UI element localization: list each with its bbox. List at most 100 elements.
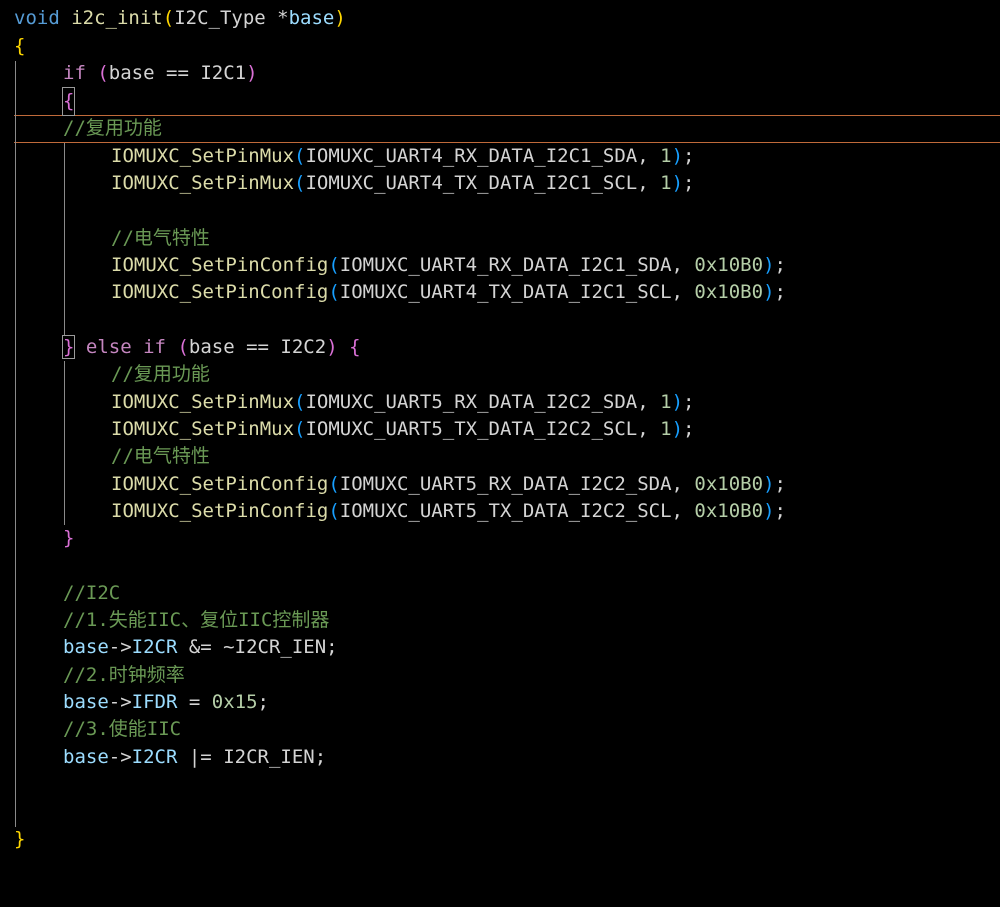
operator: ==	[234, 336, 281, 358]
paren-open: (	[328, 473, 340, 495]
indent-guide-else-block	[64, 361, 65, 525]
comment: //电气特性	[111, 445, 210, 467]
separator: ,	[637, 145, 661, 167]
keyword-if: if	[63, 62, 86, 84]
paren-close: )	[671, 391, 684, 413]
paren-close: )	[671, 172, 684, 194]
number-literal: 0x10B0	[694, 281, 764, 303]
code-line-14: //复用功能	[0, 361, 210, 388]
semicolon: ;	[314, 746, 327, 768]
const-i2cr-ien: I2CR_IEN	[223, 746, 315, 768]
separator: ,	[637, 418, 661, 440]
code-line-31: }	[0, 826, 46, 853]
const-i2cr-ien: I2CR_IEN	[234, 636, 327, 658]
current-line-highlight	[14, 115, 1000, 143]
comment: //I2C	[63, 582, 121, 604]
code-line-15: IOMUXC_SetPinMux(IOMUXC_UART5_RX_DATA_I2…	[0, 389, 694, 416]
else-close-brace: }	[63, 527, 75, 549]
paren-open: (	[162, 7, 175, 29]
function-name: i2c_init	[71, 7, 163, 29]
comment: //3.使能IIC	[63, 718, 182, 740]
function-call: IOMUXC_SetPinConfig	[111, 254, 329, 276]
argument: IOMUXC_UART4_RX_DATA_I2C1_SDA	[305, 145, 638, 167]
code-editor[interactable]: void i2c_init(I2C_Type *base) { if (base…	[0, 0, 1000, 859]
paren-close: )	[763, 254, 775, 276]
var-base: base	[63, 746, 109, 768]
semicolon: ;	[683, 391, 695, 413]
function-call: IOMUXC_SetPinMux	[111, 172, 295, 194]
paren-open: (	[294, 172, 306, 194]
paren-open: (	[328, 281, 340, 303]
paren-close: )	[763, 500, 775, 522]
code-line-19: IOMUXC_SetPinConfig(IOMUXC_UART5_TX_DATA…	[0, 498, 786, 525]
operator: &= ~	[177, 636, 235, 658]
comment: //1.失能IIC、复位IIC控制器	[63, 609, 330, 631]
var-base: base	[63, 636, 109, 658]
keyword-else-if: else if	[85, 336, 166, 358]
var-base: base	[188, 336, 235, 358]
paren-open: (	[294, 391, 306, 413]
comment: //2.时钟频率	[63, 664, 185, 686]
code-line-10: IOMUXC_SetPinConfig(IOMUXC_UART4_RX_DATA…	[0, 252, 786, 279]
arrow-op: ->	[108, 636, 132, 658]
arrow-op: ->	[108, 746, 132, 768]
function-call: IOMUXC_SetPinConfig	[111, 500, 329, 522]
separator: ,	[671, 500, 695, 522]
argument: IOMUXC_UART4_TX_DATA_I2C1_SCL	[339, 281, 672, 303]
keyword-void: void	[14, 7, 60, 29]
semicolon: ;	[257, 691, 269, 713]
paren-open: (	[294, 418, 306, 440]
paren-open: (	[177, 336, 189, 358]
code-line-28: base->I2CR |= I2CR_IEN;	[0, 744, 326, 771]
paren-close: )	[671, 145, 684, 167]
paren-close: )	[763, 473, 775, 495]
code-line-6: IOMUXC_SetPinMux(IOMUXC_UART4_RX_DATA_I2…	[0, 143, 694, 170]
const-i2c2: I2C2	[280, 336, 327, 358]
code-line-26: base->IFDR = 0x15;	[0, 689, 269, 716]
function-call: IOMUXC_SetPinMux	[111, 391, 295, 413]
separator: ,	[637, 172, 661, 194]
number-literal: 0x10B0	[694, 473, 764, 495]
code-line-13: } else if (base == I2C2) {	[0, 334, 361, 361]
semicolon: ;	[683, 172, 695, 194]
paren-open: (	[328, 500, 340, 522]
operator: |=	[177, 746, 224, 768]
code-line-3: if (base == I2C1)	[0, 60, 258, 87]
semicolon: ;	[774, 473, 786, 495]
argument: IOMUXC_UART5_TX_DATA_I2C2_SCL	[305, 418, 638, 440]
paren-close: )	[671, 418, 684, 440]
argument: IOMUXC_UART4_TX_DATA_I2C1_SCL	[305, 172, 638, 194]
code-line-4: {	[0, 87, 76, 116]
var-base: base	[108, 62, 155, 84]
param-type: I2C_Type	[174, 7, 266, 29]
number-literal: 0x15	[211, 691, 258, 713]
code-line-23: //1.失能IIC、复位IIC控制器	[0, 607, 329, 634]
semicolon: ;	[774, 500, 786, 522]
function-call: IOMUXC_SetPinMux	[111, 145, 295, 167]
paren-close: )	[246, 62, 258, 84]
code-line-2: {	[0, 33, 46, 60]
semicolon: ;	[774, 281, 786, 303]
field-ifdr: IFDR	[131, 691, 178, 713]
paren-open: (	[97, 62, 109, 84]
operator: =	[177, 691, 212, 713]
arrow-op: ->	[108, 691, 132, 713]
argument: IOMUXC_UART5_TX_DATA_I2C2_SCL	[339, 500, 672, 522]
code-line-16: IOMUXC_SetPinMux(IOMUXC_UART5_TX_DATA_I2…	[0, 416, 694, 443]
code-line-1: void i2c_init(I2C_Type *base)	[0, 5, 346, 32]
field-i2cr: I2CR	[131, 636, 178, 658]
if-open-brace: {	[61, 87, 76, 116]
number-literal: 0x10B0	[694, 500, 764, 522]
comment: //复用功能	[63, 117, 162, 139]
number-literal: 0x10B0	[694, 254, 764, 276]
function-open-brace: {	[14, 35, 26, 57]
semicolon: ;	[774, 254, 786, 276]
argument: IOMUXC_UART5_RX_DATA_I2C2_SDA	[305, 391, 638, 413]
number-literal: 1	[660, 391, 672, 413]
function-call: IOMUXC_SetPinConfig	[111, 473, 329, 495]
field-i2cr: I2CR	[131, 746, 178, 768]
code-line-22: //I2C	[0, 580, 120, 607]
code-line-18: IOMUXC_SetPinConfig(IOMUXC_UART5_RX_DATA…	[0, 471, 786, 498]
code-line-7: IOMUXC_SetPinMux(IOMUXC_UART4_TX_DATA_I2…	[0, 170, 694, 197]
separator: ,	[637, 391, 661, 413]
